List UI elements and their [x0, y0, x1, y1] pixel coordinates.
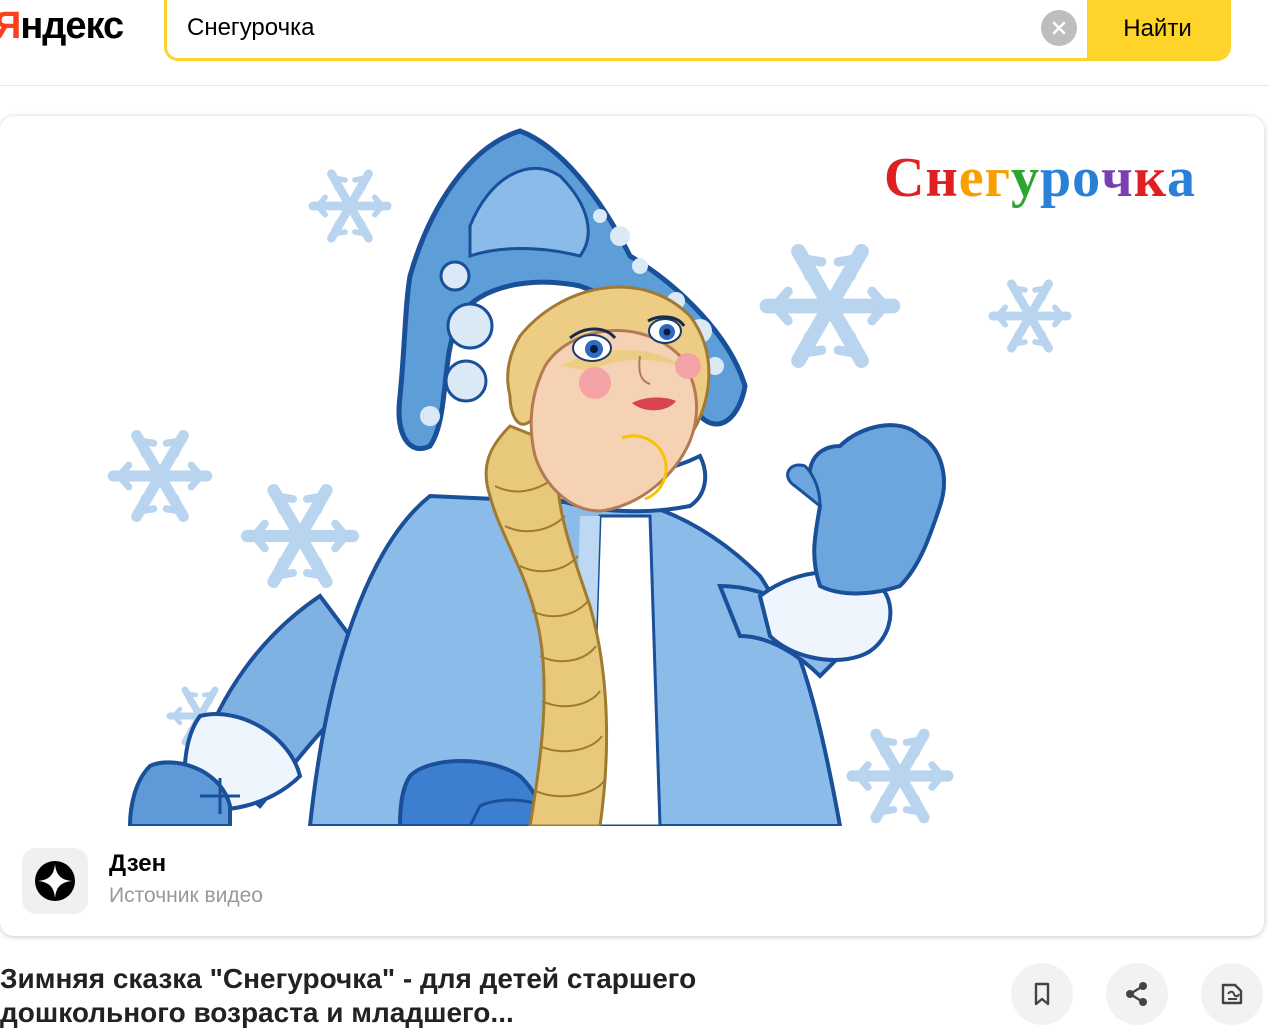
feedback-icon	[1221, 983, 1243, 1005]
yandex-logo[interactable]: Яндекс	[0, 2, 124, 50]
caption-letter: ч	[1101, 147, 1134, 209]
zen-star-icon	[35, 861, 75, 901]
caption-letter: а	[1167, 147, 1197, 209]
video-preview[interactable]: Снегурочка	[0, 116, 1264, 826]
bookmark-icon	[1034, 982, 1050, 1006]
caption-letter: С	[884, 147, 926, 209]
caption-letter: к	[1133, 147, 1168, 209]
find-button[interactable]: Найти	[1087, 0, 1228, 58]
caption-letter: н	[925, 147, 959, 209]
logo-rest: ндекс	[20, 5, 124, 47]
bookmark-button[interactable]	[1011, 963, 1073, 1025]
video-card: Снегурочка Дзен Источник видео	[0, 116, 1264, 936]
source-name: Дзен	[109, 850, 167, 877]
caption-letter: у	[1011, 147, 1041, 209]
close-icon	[1052, 21, 1066, 35]
search-box: Найти	[164, 0, 1231, 61]
zen-logo	[22, 848, 88, 914]
source-subtitle: Источник видео	[109, 884, 263, 907]
header: Яндекс Найти	[0, 0, 1269, 86]
source-channel[interactable]: Дзен Источник видео	[20, 846, 620, 916]
share-button[interactable]	[1106, 963, 1168, 1025]
clear-search-button[interactable]	[1041, 10, 1077, 46]
illustration-caption: Снегурочка	[884, 146, 1196, 210]
share-icon	[1126, 982, 1147, 1006]
caption-letter: г	[984, 147, 1012, 209]
feedback-button[interactable]	[1201, 963, 1263, 1025]
search-input[interactable]	[187, 2, 1027, 54]
caption-letter: о	[1072, 147, 1102, 209]
logo-first-letter: Я	[0, 5, 21, 47]
caption-letter: р	[1040, 147, 1073, 209]
video-title[interactable]: Зимняя сказка "Снегурочка" - для детей с…	[0, 962, 800, 1030]
caption-letter: е	[958, 147, 985, 209]
snow-maiden-illustration	[0, 128, 1264, 826]
